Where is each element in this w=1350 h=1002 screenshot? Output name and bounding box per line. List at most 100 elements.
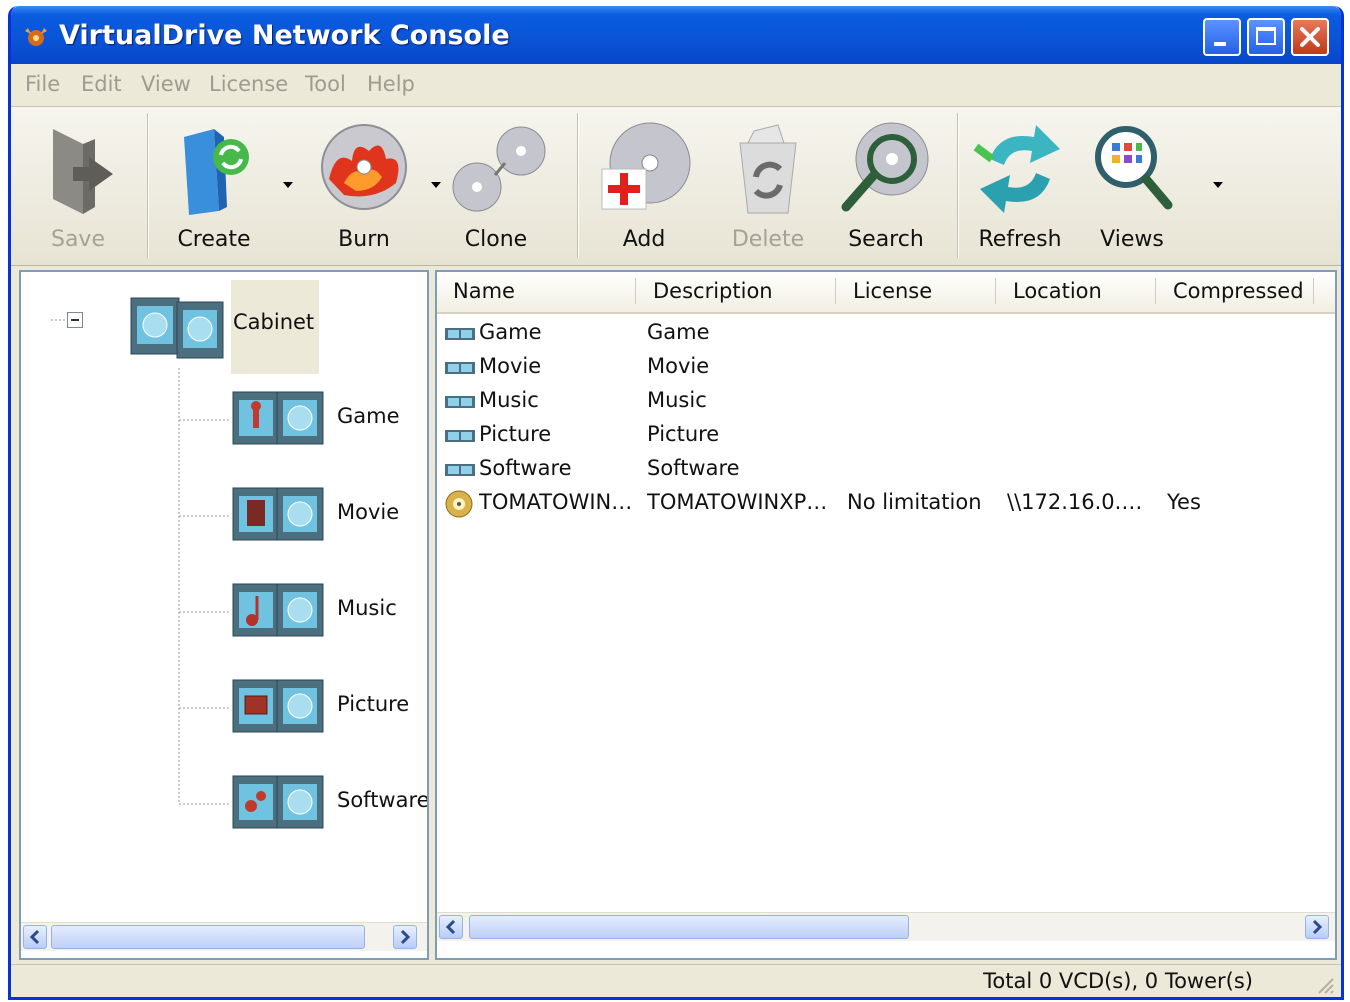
menu-bar: File Edit View License Tool Help <box>11 64 1341 107</box>
app-window: VirtualDrive Network Console File Edit V… <box>8 6 1344 1000</box>
cell-description: Movie <box>647 354 710 378</box>
list-horizontal-scrollbar[interactable] <box>437 912 1335 941</box>
close-icon <box>1300 27 1320 47</box>
cell-name: Movie <box>479 354 542 378</box>
maximize-icon <box>1256 27 1276 45</box>
minimize-button[interactable] <box>1203 18 1241 56</box>
scroll-right-button[interactable] <box>1305 915 1329 939</box>
game-tower-icon <box>232 391 324 445</box>
column-header-compressed[interactable]: Compressed <box>1173 279 1304 303</box>
tree-label-software: Software <box>337 788 429 812</box>
column-divider[interactable] <box>835 278 836 304</box>
toolbar-separator <box>577 113 579 258</box>
scroll-left-button[interactable] <box>439 915 463 939</box>
software-tower-icon <box>232 775 324 829</box>
tree-label-movie: Movie <box>337 500 400 524</box>
save-label: Save <box>50 227 105 252</box>
resize-grip-icon[interactable] <box>1313 973 1335 995</box>
column-header-location[interactable]: Location <box>1013 279 1102 303</box>
menu-file[interactable]: File <box>25 72 60 96</box>
delete-button[interactable]: Delete <box>713 119 823 259</box>
tree-item-movie[interactable]: Movie <box>231 484 427 550</box>
tree-item-picture[interactable]: Picture <box>231 676 427 742</box>
create-label: Create <box>177 227 251 252</box>
scroll-left-button[interactable] <box>23 925 47 949</box>
menu-tool[interactable]: Tool <box>305 72 346 96</box>
views-dropdown-arrow[interactable] <box>1213 182 1223 188</box>
cell-description: Music <box>647 388 707 412</box>
toolbar-separator <box>147 113 149 258</box>
tree-item-cabinet[interactable]: Cabinet <box>129 280 319 374</box>
clone-disc-icon <box>452 126 546 212</box>
menu-license[interactable]: License <box>209 72 288 96</box>
list-row[interactable]: Music Music <box>437 384 1335 418</box>
chevron-right-icon <box>400 929 411 945</box>
cell-description: TOMATOWINXP… <box>647 490 828 514</box>
views-label: Views <box>1100 227 1164 252</box>
chevron-right-icon <box>1312 919 1323 935</box>
list-row[interactable]: Movie Movie <box>437 350 1335 384</box>
refresh-button[interactable]: Refresh <box>965 119 1075 259</box>
chevron-left-icon <box>445 919 456 935</box>
create-dropdown-arrow[interactable] <box>283 182 293 188</box>
column-header-license[interactable]: License <box>853 279 932 303</box>
save-button[interactable]: Save <box>23 119 133 259</box>
menu-edit[interactable]: Edit <box>81 72 122 96</box>
cabinet-tree[interactable]: Cabinet Game Movie Music Picture Softwar… <box>19 270 429 960</box>
cell-name: Music <box>479 388 539 412</box>
vcd-disc-icon <box>445 490 473 518</box>
views-button[interactable]: Views <box>1077 119 1187 259</box>
list-row[interactable]: Software Software <box>437 452 1335 486</box>
tree-horizontal-scrollbar[interactable] <box>21 922 427 951</box>
delete-recycle-icon <box>739 124 797 214</box>
create-button[interactable]: Create <box>159 119 269 259</box>
maximize-button[interactable] <box>1247 18 1285 56</box>
menu-help[interactable]: Help <box>367 72 415 96</box>
add-button[interactable]: Add <box>589 119 699 259</box>
collapse-toggle[interactable] <box>67 312 83 328</box>
tree-item-software[interactable]: Software <box>231 772 429 838</box>
cell-description: Picture <box>647 422 720 446</box>
tree-label-picture: Picture <box>337 692 410 716</box>
cell-name: TOMATOWIN… <box>479 490 633 514</box>
title-bar[interactable]: VirtualDrive Network Console <box>11 6 1341 64</box>
cell-license: No limitation <box>847 490 982 514</box>
column-divider[interactable] <box>635 278 636 304</box>
create-folder-icon <box>184 129 249 215</box>
refresh-label: Refresh <box>978 227 1062 252</box>
tower-icon <box>445 328 475 340</box>
tree-item-music[interactable]: Music <box>231 580 427 646</box>
menu-view[interactable]: View <box>141 72 191 96</box>
close-button[interactable] <box>1291 18 1329 56</box>
scroll-right-button[interactable] <box>393 925 417 949</box>
movie-tower-icon <box>232 487 324 541</box>
item-list-view[interactable]: Name Description License Location Compre… <box>435 270 1337 960</box>
scroll-thumb[interactable] <box>51 925 365 949</box>
column-divider[interactable] <box>1155 278 1156 304</box>
status-text: Total 0 VCD(s), 0 Tower(s) <box>983 969 1253 993</box>
column-header-name[interactable]: Name <box>453 279 515 303</box>
status-bar: Total 0 VCD(s), 0 Tower(s) <box>11 964 1341 997</box>
cell-name: Game <box>479 320 542 344</box>
column-divider[interactable] <box>995 278 996 304</box>
search-button[interactable]: Search <box>831 119 941 259</box>
list-row[interactable]: Picture Picture <box>437 418 1335 452</box>
scroll-thumb[interactable] <box>469 915 909 939</box>
list-row[interactable]: TOMATOWIN… TOMATOWINXP… No limitation \\… <box>437 486 1335 520</box>
burn-dropdown-arrow[interactable] <box>431 182 441 188</box>
tree-item-game[interactable]: Game <box>231 388 427 454</box>
list-row[interactable]: Game Game <box>437 316 1335 350</box>
cell-name: Picture <box>479 422 552 446</box>
music-tower-icon <box>232 583 324 637</box>
tree-label-cabinet: Cabinet <box>233 310 315 334</box>
clone-button[interactable]: Clone <box>441 119 551 259</box>
search-label: Search <box>848 227 924 252</box>
cell-location: \\172.16.0.… <box>1007 490 1143 514</box>
tower-icon <box>445 430 475 442</box>
burn-button[interactable]: Burn <box>309 119 419 259</box>
save-icon <box>53 129 113 214</box>
column-header-description[interactable]: Description <box>653 279 773 303</box>
toolbar: Save Create Burn Clone Add Delete Search… <box>11 107 1341 266</box>
column-divider[interactable] <box>1313 278 1314 304</box>
cell-compressed: Yes <box>1167 490 1201 514</box>
